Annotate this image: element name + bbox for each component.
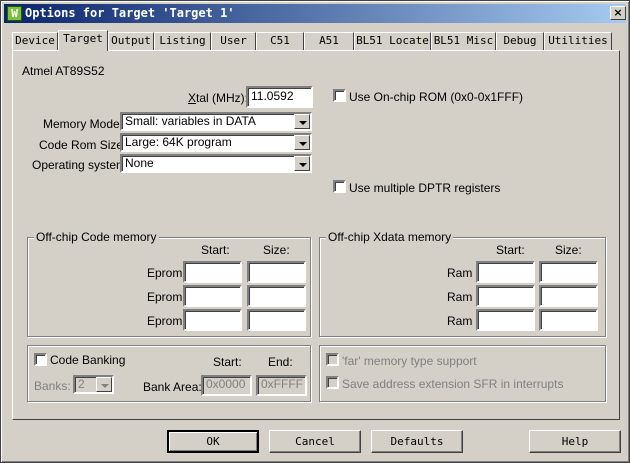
code-start-input[interactable]	[183, 261, 242, 283]
tab-utilities[interactable]: Utilities	[544, 32, 612, 50]
dropdown-arrow-icon	[96, 377, 112, 392]
target-panel: Atmel AT89S52 Xtal (MHz): 11.0592 Use On…	[12, 50, 620, 420]
dropdown-arrow-icon[interactable]	[294, 135, 310, 150]
operating-system-label: Operating system:	[32, 158, 130, 172]
on-chip-rom-checkbox[interactable]	[333, 89, 346, 102]
xtal-input[interactable]: 11.0592	[246, 86, 313, 108]
code-size-input[interactable]	[247, 309, 306, 331]
tab-device[interactable]: Device	[12, 32, 58, 50]
xdata-memory-group: Off-chip Xdata memory Start: Size: Ram R…	[319, 230, 606, 337]
code-rom-size-select[interactable]: Large: 64K program	[120, 133, 312, 152]
tab-target[interactable]: Target	[58, 30, 108, 51]
ok-button[interactable]: OK	[167, 430, 259, 453]
bank-start-input: 0x0000	[201, 375, 252, 396]
banks-value: 2	[78, 377, 85, 391]
dropdown-arrow-icon[interactable]	[294, 114, 310, 129]
xdata-row-label: Ram	[447, 266, 473, 280]
extension-options-group: 'far' memory type support Save address e…	[319, 345, 606, 402]
operating-system-value: None	[125, 156, 154, 170]
keil-app-icon: W	[7, 6, 22, 21]
tab-debug[interactable]: Debug	[496, 32, 544, 50]
memory-model-value: Small: variables in DATA	[125, 114, 256, 128]
code-size-header: Size:	[263, 243, 290, 257]
tab-bl51-locate[interactable]: BL51 Locate	[354, 32, 431, 50]
tab-c51[interactable]: C51	[256, 32, 304, 50]
code-start-input[interactable]	[183, 285, 242, 307]
memory-model-select[interactable]: Small: variables in DATA	[120, 112, 312, 131]
code-banking-checkbox[interactable]	[34, 353, 47, 366]
xdata-start-header: Start:	[496, 243, 525, 257]
window-title: Options for Target 'Target 1'	[25, 6, 235, 20]
code-rom-size-label: Code Rom Size:	[39, 138, 127, 152]
help-button[interactable]: Help	[529, 430, 621, 453]
on-chip-rom-label: Use On-chip ROM (0x0-0x1FFF)	[349, 90, 524, 104]
code-start-input[interactable]	[183, 309, 242, 331]
code-rom-size-value: Large: 64K program	[125, 135, 232, 149]
xdata-start-input[interactable]	[476, 261, 535, 283]
title-bar[interactable]: W Options for Target 'Target 1' ×	[4, 4, 626, 23]
code-banking-group: Code Banking Start: End: Banks: 2 Bank A…	[27, 345, 311, 402]
xdata-size-input[interactable]	[539, 261, 598, 283]
code-size-input[interactable]	[247, 285, 306, 307]
bank-start-header: Start:	[213, 355, 242, 369]
memory-model-label: Memory Model:	[43, 117, 126, 131]
xtal-label: Xtal (MHz):	[188, 91, 249, 105]
banks-select: 2	[73, 375, 114, 394]
tab-output[interactable]: Output	[108, 32, 154, 50]
xdata-row-label: Ram	[447, 314, 473, 328]
addr-ext-sfr-label: Save address extension SFR in interrupts	[342, 377, 564, 391]
dropdown-arrow-icon[interactable]	[294, 156, 310, 171]
banks-label: Banks:	[34, 379, 71, 393]
tab-a51[interactable]: A51	[304, 32, 354, 50]
code-banking-label: Code Banking	[50, 353, 126, 367]
tab-listing[interactable]: Listing	[154, 32, 211, 50]
far-memory-label: 'far' memory type support	[342, 354, 477, 368]
multiple-dptr-label: Use multiple DPTR registers	[349, 181, 501, 195]
device-name: Atmel AT89S52	[22, 64, 105, 78]
tab-user[interactable]: User	[211, 32, 256, 50]
defaults-button[interactable]: Defaults	[371, 430, 463, 453]
close-button[interactable]: ×	[610, 6, 626, 20]
code-row-label: Eprom	[147, 314, 183, 328]
code-start-header: Start:	[201, 243, 230, 257]
code-memory-group: Off-chip Code memory Start: Size: Eprom …	[27, 230, 311, 337]
code-size-input[interactable]	[247, 261, 306, 283]
code-memory-title: Off-chip Code memory	[34, 230, 159, 244]
multiple-dptr-checkbox[interactable]	[333, 180, 346, 193]
xdata-size-input[interactable]	[539, 285, 598, 307]
xdata-start-input[interactable]	[476, 309, 535, 331]
xdata-size-input[interactable]	[539, 309, 598, 331]
bank-end-input: 0xFFFF	[256, 375, 307, 396]
code-row-label: Eprom	[147, 290, 183, 304]
xdata-row-label: Ram	[447, 290, 473, 304]
xdata-start-input[interactable]	[476, 285, 535, 307]
operating-system-select[interactable]: None	[120, 154, 312, 173]
options-dialog: W Options for Target 'Target 1' × Device…	[0, 0, 630, 463]
tab-bl51-misc[interactable]: BL51 Misc	[431, 32, 496, 50]
bank-area-label: Bank Area:	[143, 380, 202, 394]
xdata-size-header: Size:	[555, 243, 582, 257]
tab-bar: Device Target Output Listing User C51 A5…	[12, 30, 617, 51]
xdata-memory-title: Off-chip Xdata memory	[326, 230, 454, 244]
addr-ext-sfr-checkbox	[326, 376, 339, 389]
code-row-label: Eprom	[147, 266, 183, 280]
cancel-button[interactable]: Cancel	[269, 430, 361, 453]
far-memory-checkbox	[326, 353, 339, 366]
bank-end-header: End:	[268, 355, 293, 369]
